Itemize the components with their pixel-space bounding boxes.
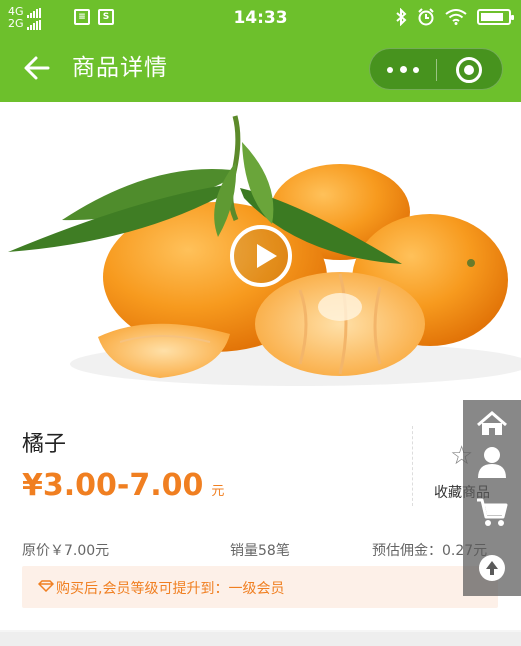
original-price: 原价￥7.00元 [22, 543, 110, 559]
sales-count: 销量58笔 [230, 543, 290, 559]
battery-icon [477, 9, 514, 25]
miniprogram-capsule [369, 48, 503, 90]
wifi-icon [445, 9, 467, 25]
price-unit: 元 [211, 484, 225, 499]
back-to-top-icon [479, 555, 505, 581]
alarm-icon [418, 8, 434, 26]
member-upgrade-notice: 购买后,会员等级可提升到：一级会员 [22, 566, 498, 608]
product-name: 橘子 [22, 432, 67, 457]
page-title: 商品详情 [72, 55, 168, 81]
product-media[interactable] [0, 102, 521, 400]
close-miniprogram-icon[interactable] [456, 57, 482, 83]
side-toolbar [463, 400, 521, 596]
divider [412, 426, 413, 506]
back-to-top-button[interactable] [463, 544, 521, 592]
back-arrow-icon[interactable] [22, 52, 52, 84]
cart-button[interactable] [463, 488, 521, 536]
bluetooth-icon [396, 8, 407, 26]
play-icon[interactable] [230, 225, 292, 287]
price-range: ¥3.00-7.00 [22, 468, 204, 503]
capsule-divider [436, 59, 437, 81]
nav-bar: 商品详情 [0, 36, 521, 102]
more-dots-icon[interactable] [370, 49, 436, 89]
home-icon [477, 411, 507, 435]
user-icon [478, 447, 506, 478]
user-button[interactable] [463, 438, 521, 486]
product-price: ¥3.00-7.00 元 [22, 468, 224, 503]
diamond-icon [38, 580, 54, 592]
member-notice-text: 购买后,会员等级可提升到：一级会员 [56, 581, 285, 597]
status-bar: 4G 2G ≡ S 14:33 [0, 0, 521, 36]
cart-icon [477, 498, 508, 526]
section-separator [0, 630, 521, 646]
product-info: 橘子 ¥3.00-7.00 元 ☆ 收藏商品 原价￥7.00元 销量58笔 预估佣… [0, 400, 521, 630]
